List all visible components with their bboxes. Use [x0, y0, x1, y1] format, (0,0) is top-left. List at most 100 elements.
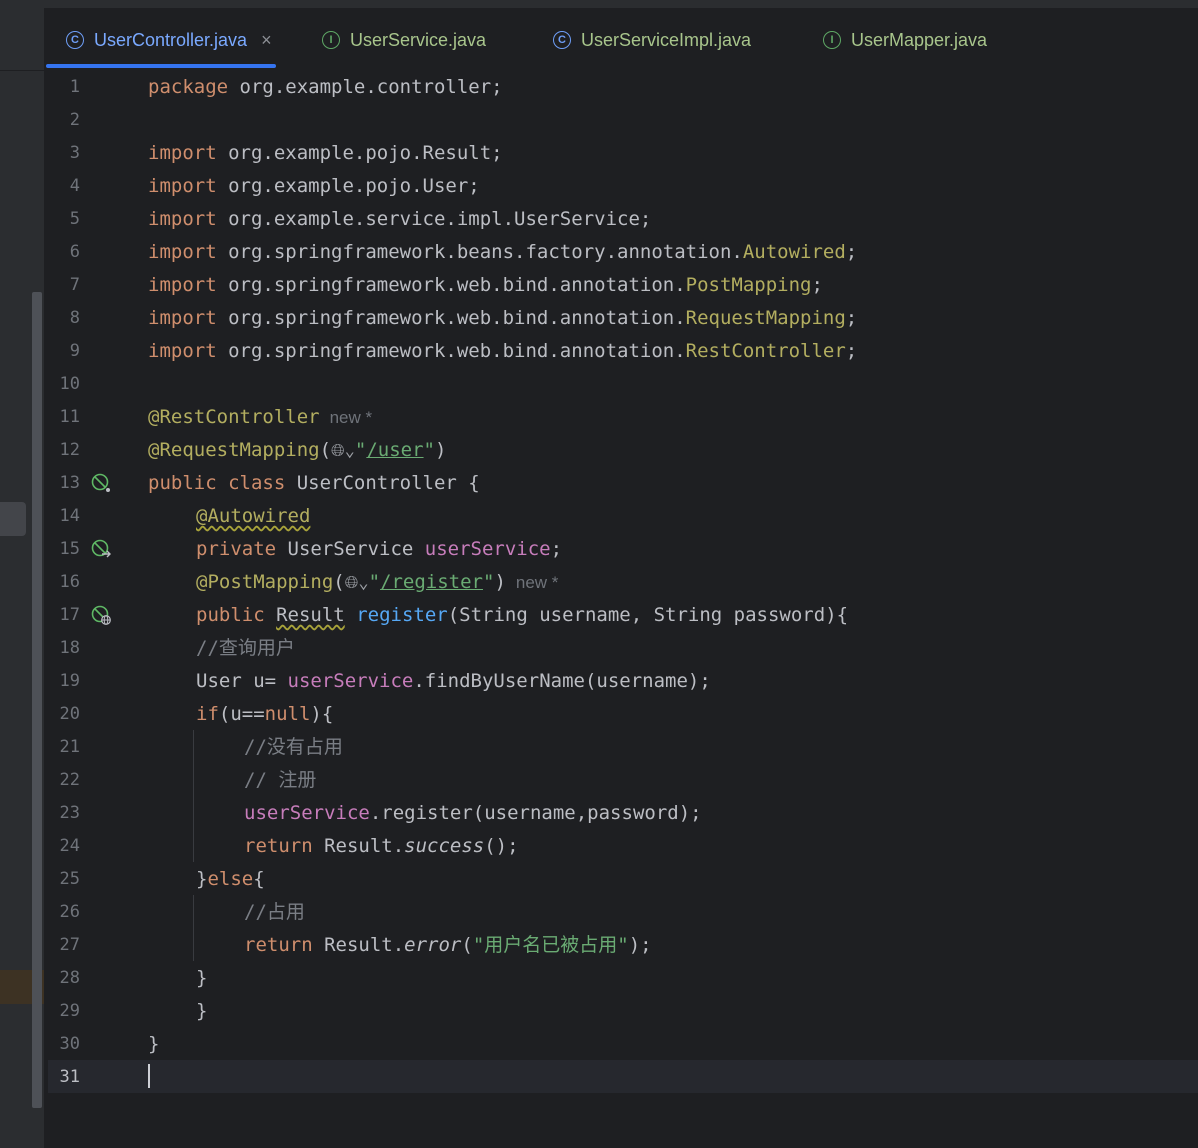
tab-label: UserService.java — [350, 29, 487, 50]
code-text: (); — [484, 835, 519, 857]
line-number[interactable]: 9 — [44, 335, 80, 368]
tab-bar-top-border — [44, 0, 1198, 8]
code-line-30[interactable]: } — [148, 1028, 159, 1061]
code-line-29[interactable]: } — [196, 995, 207, 1028]
line-number[interactable]: 28 — [44, 962, 80, 995]
active-tab-indicator — [46, 64, 276, 68]
code-line-6[interactable]: import org.springframework.beans.factory… — [148, 236, 857, 269]
code-line-20[interactable]: if(u==null){ — [196, 698, 333, 731]
line-number[interactable]: 25 — [44, 863, 80, 896]
close-icon[interactable]: × — [261, 30, 272, 51]
code-line-22[interactable]: // 注册 — [244, 764, 316, 797]
code-line-26[interactable]: //占用 — [244, 896, 305, 929]
code-vision-hint[interactable]: new * — [330, 408, 373, 427]
code-text: } — [196, 1000, 208, 1022]
line-number[interactable]: 26 — [44, 896, 80, 929]
globe-icon[interactable]: 🌐︎⌄ — [331, 441, 355, 461]
comment: //占用 — [244, 901, 305, 923]
keyword: import — [148, 175, 217, 197]
code-line-14[interactable]: @Autowired — [196, 500, 310, 533]
code-line-7[interactable]: import org.springframework.web.bind.anno… — [148, 269, 823, 302]
globe-icon[interactable]: 🌐︎⌄ — [345, 573, 369, 593]
code-line-24[interactable]: return Result.success(); — [244, 830, 519, 863]
annotation-name: PostMapping — [685, 274, 812, 296]
code-line-3[interactable]: import org.example.pojo.Result; — [148, 137, 503, 170]
left-strip-scrollbar[interactable] — [32, 292, 42, 1108]
code-line-23[interactable]: userService.register(username,password); — [244, 797, 702, 830]
tab-label: UserMapper.java — [851, 29, 988, 50]
class-icon: C — [66, 31, 84, 49]
line-number[interactable]: 6 — [44, 236, 80, 269]
tab-usercontroller[interactable]: C UserController.java × — [66, 24, 272, 56]
tab-userservice[interactable]: I UserService.java — [322, 24, 486, 56]
type-name: Result — [276, 604, 345, 626]
line-number[interactable]: 22 — [44, 764, 80, 797]
code-text: } — [196, 967, 208, 989]
line-number[interactable]: 13 — [44, 467, 80, 500]
line-number[interactable]: 31 — [44, 1061, 80, 1094]
code-line-11[interactable]: @RestController new * — [148, 401, 372, 434]
tab-usermapper[interactable]: I UserMapper.java — [823, 24, 987, 56]
static-method: error — [404, 934, 462, 956]
code-line-16[interactable]: @PostMapping(🌐︎⌄"/register") new * — [196, 566, 558, 600]
keyword: import — [148, 142, 217, 164]
url-path-link[interactable]: /register — [380, 571, 483, 593]
line-number[interactable]: 7 — [44, 269, 80, 302]
comment: // 注册 — [244, 769, 317, 791]
line-number[interactable]: 19 — [44, 665, 80, 698]
line-number[interactable]: 15 — [44, 533, 80, 566]
line-number[interactable]: 4 — [44, 170, 80, 203]
code-line-13[interactable]: public class UserController { — [148, 467, 480, 500]
code-line-4[interactable]: import org.example.pojo.User; — [148, 170, 480, 203]
line-number[interactable]: 8 — [44, 302, 80, 335]
code-line-25[interactable]: }else{ — [196, 863, 265, 896]
spring-autowire-icon[interactable] — [91, 539, 111, 559]
code-line-28[interactable]: } — [196, 962, 207, 995]
static-method: success — [404, 835, 485, 857]
code-line-1[interactable]: package org.example.controller; — [148, 71, 503, 104]
line-number[interactable]: 18 — [44, 632, 80, 665]
string-quote: " — [423, 439, 435, 461]
spring-web-endpoint-icon[interactable] — [91, 605, 111, 625]
code-text: ; — [845, 340, 858, 362]
code-line-12[interactable]: @RequestMapping(🌐︎⌄"/user") — [148, 434, 446, 468]
code-line-9[interactable]: import org.springframework.web.bind.anno… — [148, 335, 857, 368]
code-line-27[interactable]: return Result.error("用户名已被占用"); — [244, 929, 652, 962]
left-strip-selected-item[interactable] — [0, 502, 26, 536]
line-number[interactable]: 12 — [44, 434, 80, 467]
code-line-5[interactable]: import org.example.service.impl.UserServ… — [148, 203, 651, 236]
line-number[interactable]: 11 — [44, 401, 80, 434]
line-number[interactable]: 24 — [44, 830, 80, 863]
line-number[interactable]: 30 — [44, 1028, 80, 1061]
code-line-18[interactable]: //查询用户 — [196, 632, 295, 665]
spring-bean-icon[interactable] — [91, 473, 111, 493]
line-number[interactable]: 21 — [44, 731, 80, 764]
line-number[interactable]: 3 — [44, 137, 80, 170]
line-number[interactable]: 20 — [44, 698, 80, 731]
code-text: ) — [435, 439, 447, 461]
code-text: ( — [319, 439, 332, 461]
line-number[interactable]: 10 — [44, 368, 80, 401]
code-line-19[interactable]: User u= userService.findByUserName(usern… — [196, 665, 711, 698]
keyword: package — [148, 76, 229, 98]
code-text: Result. — [312, 934, 405, 956]
line-number[interactable]: 2 — [44, 104, 80, 137]
comment: //查询用户 — [196, 637, 295, 659]
line-number[interactable]: 29 — [44, 995, 80, 1028]
line-number[interactable]: 16 — [44, 566, 80, 599]
line-number[interactable]: 17 — [44, 599, 80, 632]
code-vision-hint[interactable]: new * — [516, 573, 559, 592]
tab-userserviceimpl[interactable]: C UserServiceImpl.java — [553, 24, 751, 56]
code-line-8[interactable]: import org.springframework.web.bind.anno… — [148, 302, 857, 335]
line-number[interactable]: 14 — [44, 500, 80, 533]
code-line-17[interactable]: public Result register(String username, … — [196, 599, 848, 632]
url-path-link[interactable]: /user — [366, 439, 423, 461]
line-number[interactable]: 5 — [44, 203, 80, 236]
line-number[interactable]: 23 — [44, 797, 80, 830]
annotation-name: RequestMapping — [685, 307, 846, 329]
code-line-15[interactable]: private UserService userService; — [196, 533, 562, 566]
code-line-21[interactable]: //没有占用 — [244, 731, 343, 764]
line-number[interactable]: 27 — [44, 929, 80, 962]
line-number[interactable]: 1 — [44, 71, 80, 104]
annotation-name: RestController — [685, 340, 846, 362]
